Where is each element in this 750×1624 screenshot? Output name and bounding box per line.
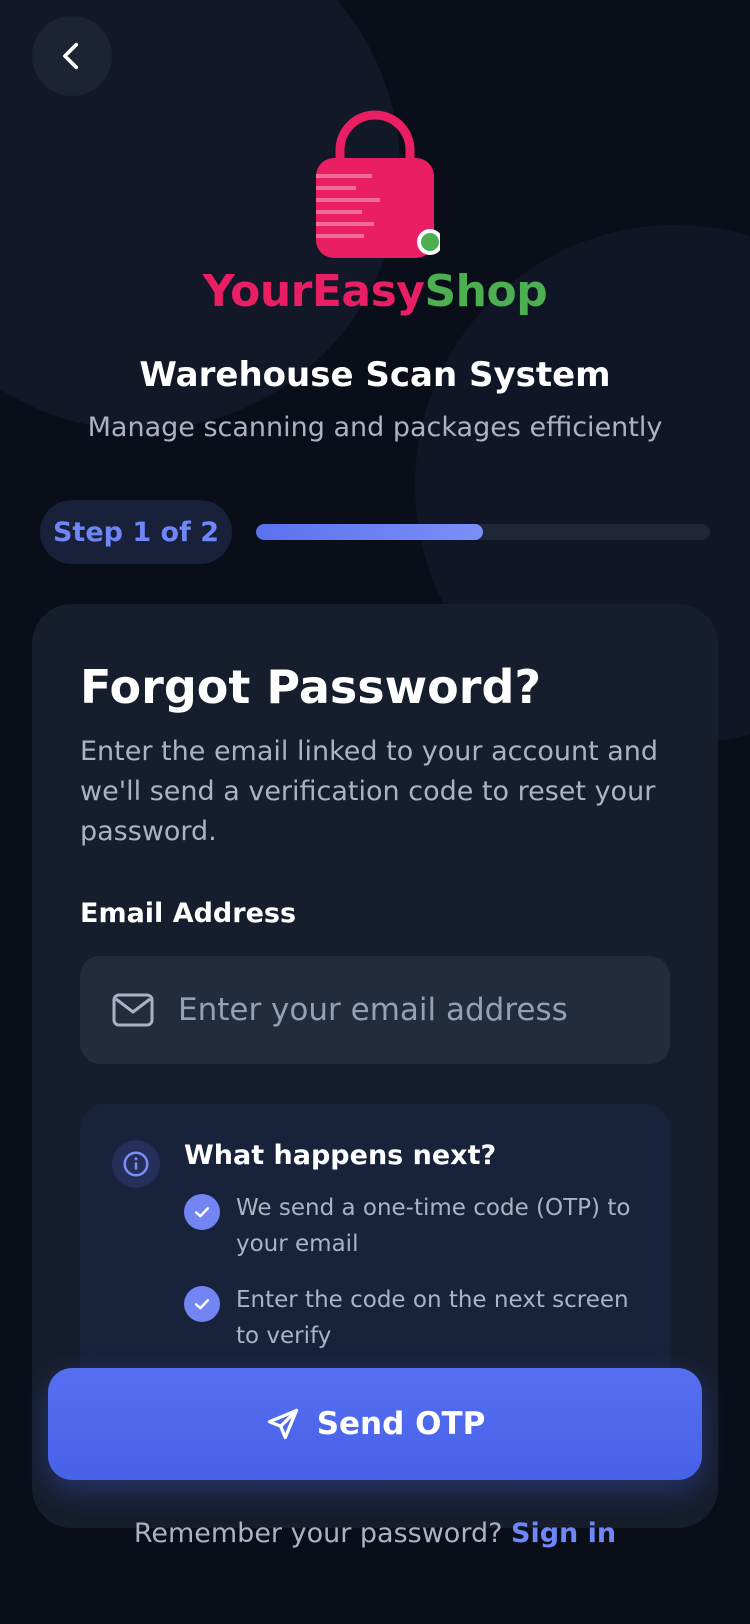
footer-prompt: Remember your password?	[133, 1518, 503, 1549]
send-icon	[267, 1408, 298, 1440]
check-icon	[184, 1286, 220, 1322]
card-title: Forgot Password?	[80, 660, 542, 714]
app-subtitle: Manage scanning and packages efficiently	[87, 412, 663, 443]
info-item-text: Enter the code on the next screen to ver…	[236, 1287, 629, 1349]
brand-name: YourEasyShop	[203, 270, 548, 314]
card-description: Enter the email linked to your account a…	[80, 736, 659, 847]
info-box: What happens next? We send a one-time co…	[80, 1104, 670, 1404]
info-item: We send a one-time code (OTP) to your em…	[184, 1190, 634, 1262]
mail-icon	[112, 993, 154, 1027]
step-indicator: Step 1 of 2	[40, 500, 232, 564]
progress-bar	[256, 524, 710, 540]
send-otp-label: Send OTP	[316, 1406, 486, 1442]
brand-logo: YourEasyShop	[0, 110, 750, 314]
footer: Remember your password? Sign in	[0, 1518, 750, 1549]
brand-name-part: Easy	[311, 266, 425, 317]
info-title: What happens next?	[184, 1140, 497, 1171]
info-item-text: We send a one-time code (OTP) to your em…	[236, 1195, 631, 1257]
email-label: Email Address	[80, 898, 297, 929]
sign-in-link[interactable]: Sign in	[511, 1518, 616, 1549]
forgot-password-screen: YourEasyShop Warehouse Scan System Manag…	[0, 0, 750, 1624]
progress-fill	[256, 524, 483, 540]
info-icon	[112, 1140, 160, 1188]
brand-name-part: Shop	[424, 266, 548, 317]
lock-icon	[316, 110, 440, 258]
send-otp-button[interactable]: Send OTP	[48, 1368, 702, 1480]
info-item: Enter the code on the next screen to ver…	[184, 1282, 634, 1354]
brand-name-part: Your	[202, 266, 313, 317]
back-button[interactable]	[32, 16, 112, 96]
check-icon	[184, 1194, 220, 1230]
app-title: Warehouse Scan System	[139, 355, 611, 395]
email-field[interactable]	[80, 956, 670, 1064]
chevron-left-icon	[63, 42, 79, 70]
email-input[interactable]	[176, 991, 670, 1029]
